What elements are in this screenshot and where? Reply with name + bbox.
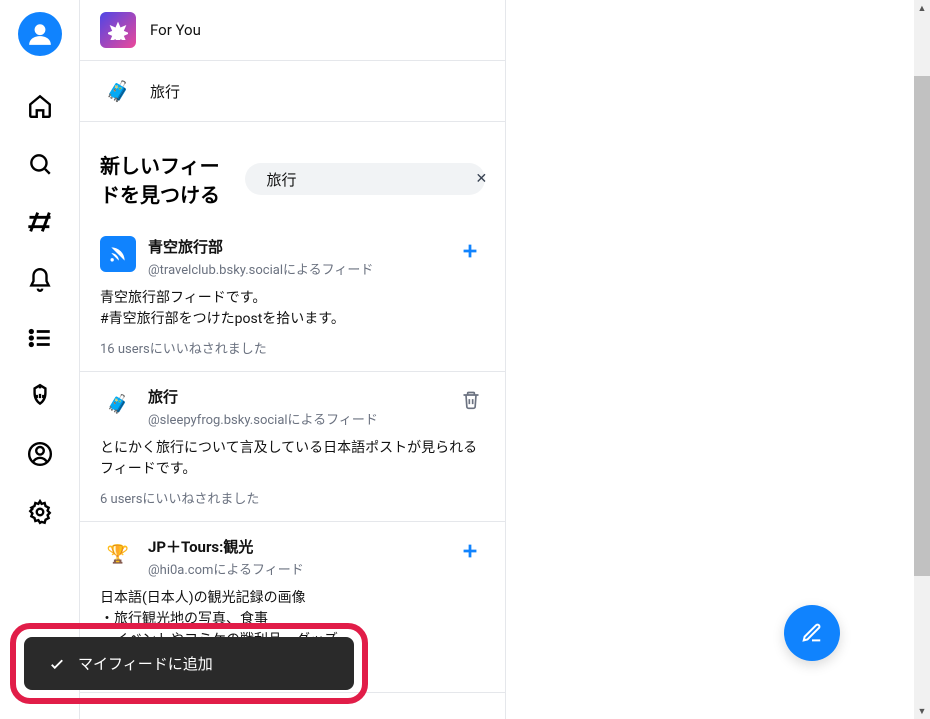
result-description: 青空旅行部フィードです。 #青空旅行部をつけたpostを拾います。 [100,288,485,330]
feed-label: For You [150,21,201,39]
result-avatar: 🏆 [100,536,136,572]
nav-search[interactable] [16,140,64,188]
feed-label: 旅行 [150,81,180,102]
avatar[interactable] [18,12,62,56]
result-author: @travelclub.bsky.socialによるフィード [148,259,373,278]
delete-feed-button[interactable] [457,386,485,414]
main-content: For You 🧳 旅行 新しいフィードを見つける ✕ 青空旅行部 @trave… [80,0,505,719]
feed-icon: 🧳 [100,73,136,109]
right-pane [505,0,930,719]
result-author: @hi0a.comによるフィード [148,559,304,578]
toast: マイフィードに追加 [24,637,354,690]
add-feed-button[interactable] [455,236,485,266]
check-icon [48,655,66,673]
result-likes: 16 usersにいいねされました [100,338,485,357]
nav-settings[interactable] [16,488,64,536]
pinned-feed-row[interactable]: 🧳 旅行 [80,61,505,122]
search-clear-icon[interactable]: ✕ [474,169,490,189]
result-author: @sleepyfrog.bsky.socialによるフィード [148,409,378,428]
search-input[interactable] [267,171,466,188]
section-title: 新しいフィードを見つける [100,150,233,208]
nav-home[interactable] [16,82,64,130]
compose-button[interactable] [784,605,840,661]
result-avatar [100,236,136,272]
result-title: 旅行 [148,386,378,407]
nav-moderation[interactable] [16,372,64,420]
nav-notifications[interactable] [16,256,64,304]
nav-feeds[interactable] [16,198,64,246]
result-description: とにかく旅行について言及している日本語ポストが見られるフィードです。 [100,438,485,480]
section-header: 新しいフィードを見つける ✕ [80,122,505,222]
result-title: 青空旅行部 [148,236,373,257]
feed-result-card[interactable]: 青空旅行部 @travelclub.bsky.socialによるフィード 青空旅… [80,222,505,372]
nav-lists[interactable] [16,314,64,362]
feed-result-card[interactable]: 🧳 旅行 @sleepyfrog.bsky.socialによるフィード とにかく… [80,372,505,522]
result-likes: 6 usersにいいねされました [100,488,485,507]
scrollbar-thumb[interactable] [914,76,930,576]
scrollbar-down-icon[interactable]: ▼ [914,703,930,719]
sidebar [0,0,80,719]
pinned-feed-row[interactable]: For You [80,0,505,61]
search-wrap: ✕ [245,163,485,195]
result-avatar: 🧳 [100,386,136,422]
scrollbar-up-icon[interactable]: ▲ [914,0,930,16]
add-feed-button[interactable] [455,536,485,566]
result-title: JP＋Tours:観光 [148,536,304,557]
feed-icon [100,12,136,48]
toast-message: マイフィードに追加 [78,653,213,674]
toast-highlight: マイフィードに追加 [10,623,368,704]
nav-profile[interactable] [16,430,64,478]
